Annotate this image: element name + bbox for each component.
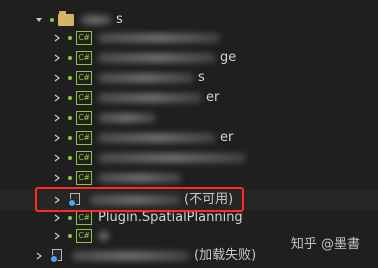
csharp-project-icon: C# xyxy=(76,229,92,243)
status-dot-icon xyxy=(68,156,72,160)
failed-project-label: (加载失败) xyxy=(194,248,257,263)
project-label: ge xyxy=(220,50,237,65)
project-row[interactable]: C# er xyxy=(0,88,378,108)
redacted-text xyxy=(98,231,110,241)
project-label: er xyxy=(206,90,220,105)
redacted-text xyxy=(98,93,202,103)
csharp-project-icon: C# xyxy=(76,151,92,165)
redacted-text xyxy=(98,53,216,63)
project-label: s xyxy=(198,70,205,85)
chevron-right-icon[interactable] xyxy=(52,93,62,103)
status-dot-icon xyxy=(50,18,54,22)
redacted-text xyxy=(98,133,216,143)
redacted-text xyxy=(98,33,220,43)
folder-label: s xyxy=(116,12,123,27)
status-dot-icon xyxy=(68,116,72,120)
status-dot-icon xyxy=(68,216,72,220)
status-dot-icon xyxy=(68,56,72,60)
csharp-project-icon: C# xyxy=(76,131,92,145)
csharp-project-icon: C# xyxy=(76,171,92,185)
project-row[interactable]: C# er xyxy=(0,128,378,148)
redacted-text xyxy=(98,153,246,163)
watermark: 知乎 @墨書 xyxy=(290,237,360,252)
chevron-right-icon[interactable] xyxy=(52,173,62,183)
project-row[interactable]: C# xyxy=(0,148,378,168)
project-row[interactable]: C# ge xyxy=(0,48,378,68)
project-row[interactable]: C# xyxy=(0,168,378,188)
chevron-right-icon[interactable] xyxy=(52,33,62,43)
solution-explorer-panel: s C# C# ge C# s C# er C# C# er C# C# (不可… xyxy=(0,0,378,268)
chevron-right-icon[interactable] xyxy=(34,251,44,261)
status-dot-icon xyxy=(68,234,72,238)
chevron-right-icon[interactable] xyxy=(52,153,62,163)
csharp-project-icon: C# xyxy=(76,91,92,105)
project-label: er xyxy=(220,130,234,145)
chevron-right-icon[interactable] xyxy=(52,73,62,83)
project-row[interactable]: C# xyxy=(0,108,378,128)
status-dot-icon xyxy=(68,176,72,180)
chevron-right-icon[interactable] xyxy=(52,113,62,123)
project-row[interactable]: C# xyxy=(0,28,378,48)
status-dot-icon xyxy=(68,136,72,140)
chevron-right-icon[interactable] xyxy=(52,231,62,241)
redacted-text xyxy=(98,73,194,83)
csharp-project-icon: C# xyxy=(76,211,92,225)
folder-icon xyxy=(58,11,74,26)
highlight-box xyxy=(35,187,244,212)
chevron-right-icon[interactable] xyxy=(52,133,62,143)
chevron-down-icon[interactable] xyxy=(34,15,44,25)
project-row[interactable]: C# s xyxy=(0,68,378,88)
folder-row[interactable]: s xyxy=(0,10,378,30)
csharp-project-icon: C# xyxy=(76,71,92,85)
chevron-right-icon[interactable] xyxy=(52,213,62,223)
chevron-right-icon[interactable] xyxy=(52,53,62,63)
csharp-project-icon: C# xyxy=(76,51,92,65)
csharp-project-icon: C# xyxy=(76,111,92,125)
status-dot-icon xyxy=(68,96,72,100)
redacted-text xyxy=(72,251,190,261)
status-dot-icon xyxy=(68,76,72,80)
failed-project-icon xyxy=(50,249,66,263)
status-dot-icon xyxy=(68,36,72,40)
csharp-project-icon: C# xyxy=(76,31,92,45)
redacted-text xyxy=(98,173,182,183)
redacted-text xyxy=(98,113,156,123)
redacted-text xyxy=(80,15,112,25)
